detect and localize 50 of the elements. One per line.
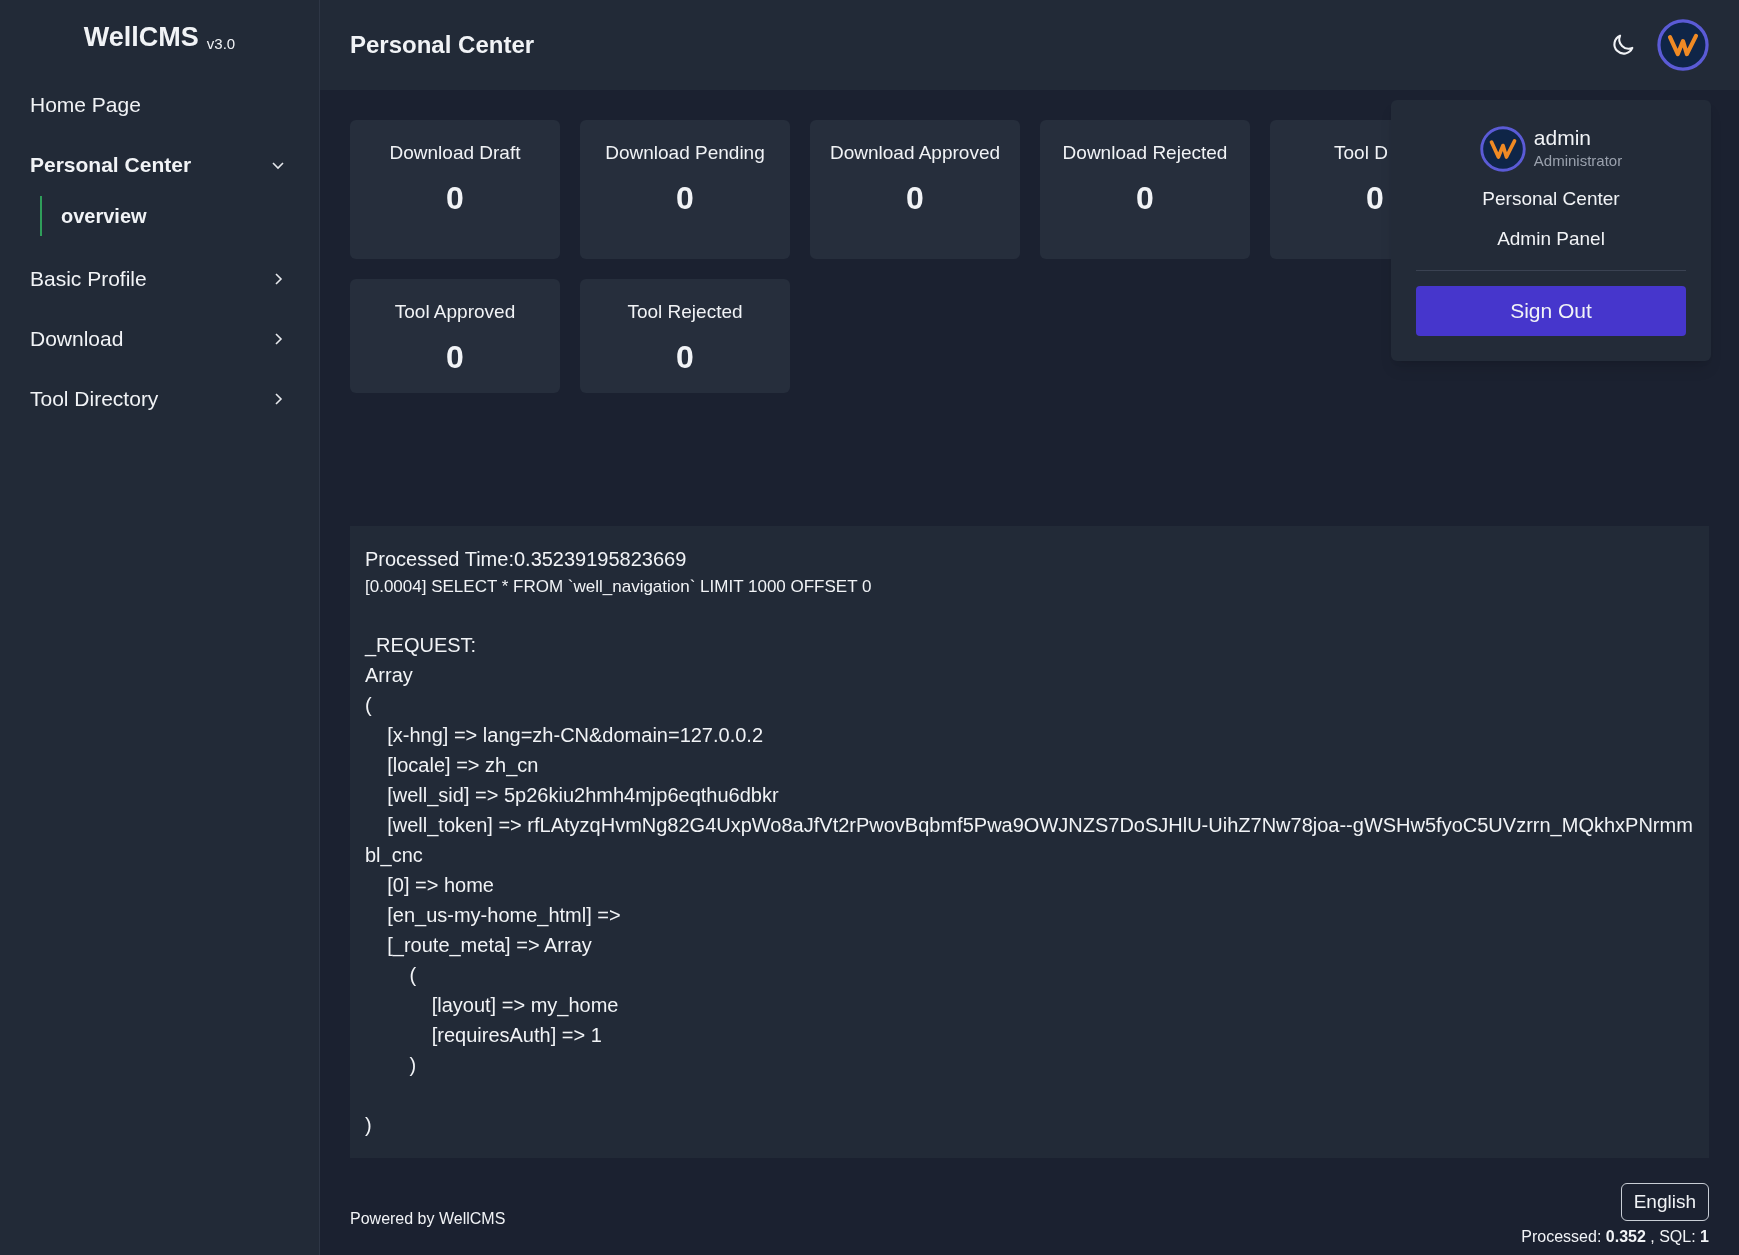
brand-name: WellCMS	[83, 24, 199, 51]
user-role: Administrator	[1533, 151, 1623, 171]
sign-out-button[interactable]: Sign Out	[1416, 285, 1686, 336]
sidebar-subitem[interactable]: overview	[42, 201, 147, 231]
sidebar-item[interactable]: Personal Center	[0, 135, 319, 195]
debug-line: Array	[365, 663, 414, 688]
debug-line: [locale] => zh_cn	[386, 753, 540, 779]
user-name: admin	[1533, 126, 1592, 150]
menu-item[interactable]: Admin Panel	[1497, 225, 1605, 254]
stat-value: 0	[1136, 179, 1154, 218]
stat-value: 0	[676, 338, 694, 377]
debug-line: [well_sid] => 5p26kiu2hmh4mjp6eqthu6dbkr	[386, 783, 780, 809]
debug-line: [_route_meta] => Array	[386, 933, 593, 959]
sidebar-item[interactable]: Download	[0, 309, 319, 369]
debug-line: [0] => home	[386, 873, 495, 898]
debug-title: Processed Time:0.35239195823669	[365, 547, 688, 572]
logo-icon	[1479, 126, 1526, 173]
processed-stats: Processed: 0.352 , SQL: 1	[1521, 1227, 1709, 1247]
stat-label: Download Draft	[389, 141, 521, 165]
stat-value: 0	[906, 179, 924, 218]
version-label: v3.0	[206, 36, 236, 51]
debug-line: [requiresAuth] => 1	[430, 1023, 603, 1048]
stat-label: Download Pending	[605, 141, 765, 165]
powered-by: Powered by WellCMS	[350, 1209, 506, 1229]
stat-label: Download Approved	[829, 141, 1001, 165]
logo-icon	[1657, 19, 1709, 71]
debug-line: )	[408, 1053, 418, 1078]
sidebar-item[interactable]: Home Page	[0, 75, 319, 135]
debug-line: [well_token] => rfLAtyzqHvmNg82G4UxpWo8aJfVt2rPwovBqbmf5Pwa9OWJNZS7DoSJHlU-UihZ7Nw78joa--gWSHw5fyoC5UVzrrn_MQkhxPNrmmbl_cnc	[365, 813, 1694, 869]
stat-value: 0	[446, 179, 464, 218]
stat-label: Tool Rejected	[627, 300, 743, 324]
menu-item[interactable]: Personal Center	[1482, 184, 1620, 213]
debug-line: _REQUEST:	[365, 633, 478, 659]
language-button[interactable]: English	[1620, 1182, 1709, 1221]
debug-line: [layout] => my_home	[430, 993, 620, 1019]
stat-label: Download Rejected	[1062, 141, 1228, 165]
sidebar-item[interactable]: Tool Directory	[0, 369, 319, 429]
debug-line: (	[365, 693, 373, 718]
debug-line: [x-hng] => lang=zh-CN&domain=127.0.0.2	[386, 723, 765, 748]
debug-line: )	[365, 1113, 373, 1138]
debug-line: (	[408, 963, 418, 988]
stat-value: 0	[1366, 179, 1384, 218]
sql-query: [0.0004] SELECT * FROM `well_navigation` LIMIT 1000 OFFSET 0	[365, 576, 873, 598]
stat-value: 0	[446, 338, 464, 377]
stat-value: 0	[676, 179, 694, 218]
page-title: Personal Center	[350, 30, 535, 60]
stat-label: Tool D	[1333, 141, 1388, 165]
stat-label: Tool Approved	[394, 300, 516, 324]
sidebar-item[interactable]: Basic Profile	[0, 249, 319, 309]
debug-line: [en_us-my-home_html] =>	[386, 903, 622, 929]
